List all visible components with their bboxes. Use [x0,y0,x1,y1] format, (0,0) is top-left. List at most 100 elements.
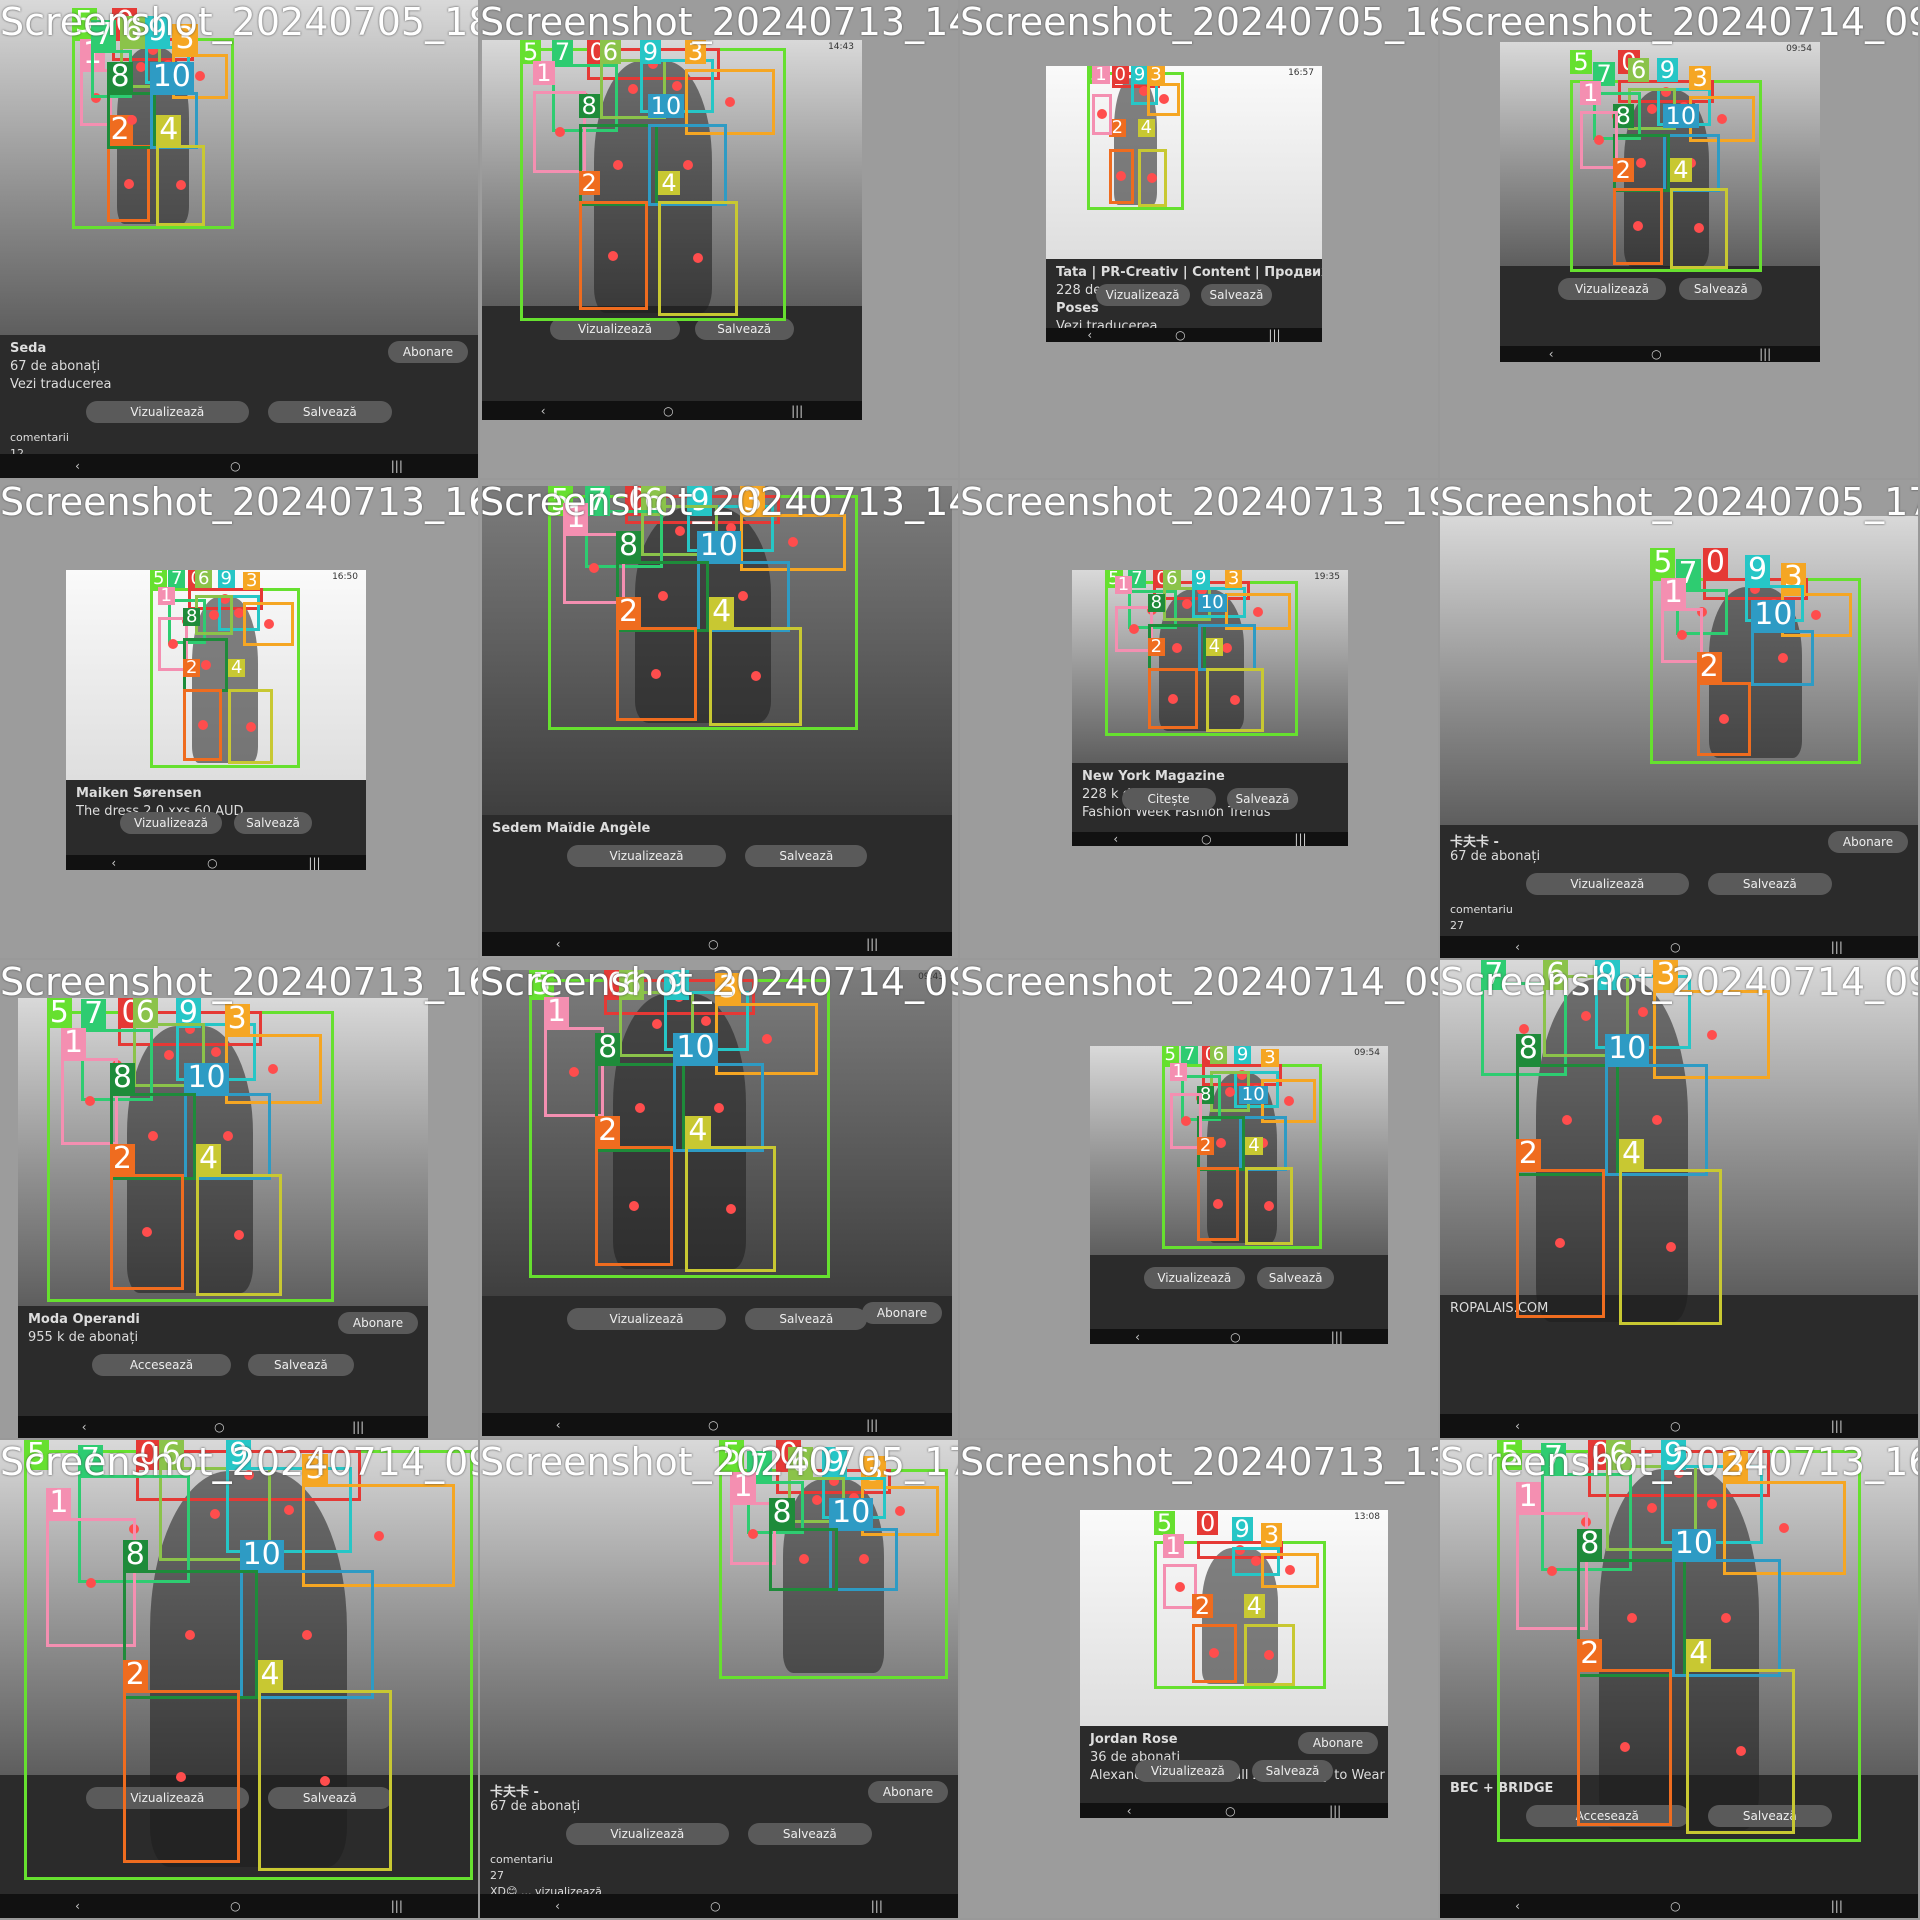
box-label-1: 1 [544,997,570,1028]
view-button[interactable]: Citește [1121,788,1216,810]
tile-filename: Screenshot_20240713_130838_Pinterest.jpg [960,1440,1438,1484]
home-icon[interactable]: ○ [710,1899,720,1913]
box-label-0: 0 [136,1440,162,1470]
save-button[interactable]: Salvează [267,401,392,423]
save-button[interactable]: Salvează [694,318,794,340]
recents-icon[interactable]: ||| [1331,1330,1343,1344]
view-button[interactable]: Vizualizează [566,845,727,867]
save-button[interactable]: Salvează [234,812,312,834]
box-label-6: 6 [1543,960,1569,990]
home-icon[interactable]: ○ [1670,940,1680,954]
view-button[interactable]: Vizualizează [120,812,222,834]
status-time: 16:50 [332,572,358,582]
status-time: 09:54 [1786,44,1812,54]
back-icon[interactable]: ‹ [1515,1899,1520,1913]
view-button[interactable]: Vizualizează [1095,284,1190,306]
keypoint-dot [1546,1566,1557,1577]
recents-icon[interactable]: ||| [1294,832,1306,846]
follow-button[interactable]: Abonare [1828,831,1908,853]
view-button[interactable]: Vizualizează [566,1823,729,1845]
phone-screenshot: Seda 67 de abonați Vezi traducerea Abonare V… [0,0,478,478]
home-icon[interactable]: ○ [708,1418,718,1432]
back-icon[interactable]: ‹ [1515,940,1520,954]
recents-icon[interactable]: ||| [866,1418,878,1432]
follow-button[interactable]: Abonare [338,1312,418,1334]
save-button[interactable]: Salvează [747,1823,872,1845]
back-icon[interactable]: ‹ [556,937,561,951]
back-icon[interactable]: ‹ [1135,1330,1140,1344]
view-button[interactable]: Vizualizează [1526,873,1689,895]
status-time: 16:57 [1288,68,1314,78]
box-label-5: 5 [23,1440,49,1470]
save-button[interactable]: Salvează [1679,278,1763,300]
save-button[interactable]: Salvează [247,1354,355,1376]
recents-icon[interactable]: ||| [871,1899,883,1913]
recents-icon[interactable]: ||| [352,1420,364,1434]
home-icon[interactable]: ○ [207,856,217,870]
back-icon[interactable]: ‹ [541,404,546,418]
home-icon[interactable]: ○ [230,1899,240,1913]
home-icon[interactable]: ○ [1225,1804,1235,1818]
box-label-1: 1 [563,503,589,533]
save-button[interactable]: Salvează [1256,1267,1335,1289]
recents-icon[interactable]: ||| [791,404,803,418]
back-icon[interactable]: ‹ [75,1899,80,1913]
box-label-2: 2 [1147,637,1166,656]
save-button[interactable]: Salvează [1226,788,1299,810]
back-icon[interactable]: ‹ [555,1899,560,1913]
recents-icon[interactable]: ||| [866,937,878,951]
recents-icon[interactable]: ||| [391,1899,403,1913]
back-icon[interactable]: ‹ [556,1418,561,1432]
follow-button[interactable]: Abonare [862,1302,942,1324]
recents-icon[interactable]: ||| [1759,347,1771,361]
box-label-10: 10 [1751,599,1796,630]
home-icon[interactable]: ○ [1201,832,1211,846]
save-button[interactable]: Salvează [1707,873,1832,895]
box-label-4: 4 [228,658,246,677]
save-button[interactable]: Salvează [745,845,868,867]
view-button[interactable]: Vizualizează [550,318,680,340]
follow-button[interactable]: Abonare [1298,1732,1378,1754]
recents-icon[interactable]: ||| [1268,328,1280,342]
home-icon[interactable]: ○ [1175,328,1185,342]
back-icon[interactable]: ‹ [1549,347,1554,361]
view-button[interactable]: Accesează [91,1354,232,1376]
screenshot-tile: Vizualizează Salvează 14:43 ‹ ○ ||| 5 0 7 6 9 1 8 3 10… [480,0,958,478]
view-button[interactable]: Vizualizează [86,401,249,423]
view-button[interactable]: Vizualizează [1557,278,1667,300]
home-icon[interactable]: ○ [1670,1899,1680,1913]
back-icon[interactable]: ‹ [111,856,116,870]
back-icon[interactable]: ‹ [1127,1804,1132,1818]
keypoint-dot [222,1131,233,1142]
keypoint-dot [84,1096,95,1107]
back-icon[interactable]: ‹ [1515,1419,1520,1433]
back-icon[interactable]: ‹ [82,1420,87,1434]
back-icon[interactable]: ‹ [75,459,80,473]
view-button[interactable]: Vizualizează [1135,1760,1241,1782]
home-icon[interactable]: ○ [663,404,673,418]
recents-icon[interactable]: ||| [308,856,320,870]
save-button[interactable]: Salvează [1252,1760,1333,1782]
box-label-6: 6 [599,40,622,64]
recents-icon[interactable]: ||| [391,459,403,473]
save-button[interactable]: Salvează [745,1308,868,1330]
recents-icon[interactable]: ||| [1831,1899,1843,1913]
phone-screenshot: VizualizeazăSalvează09:54‹○|||5096731081… [1090,1046,1388,1344]
home-icon[interactable]: ○ [230,459,240,473]
home-icon[interactable]: ○ [214,1420,224,1434]
view-button[interactable]: Vizualizează [566,1308,727,1330]
home-icon[interactable]: ○ [1230,1330,1240,1344]
home-icon[interactable]: ○ [1651,347,1661,361]
back-icon[interactable]: ‹ [1113,832,1118,846]
save-button[interactable]: Salvează [1200,284,1273,306]
follow-button[interactable]: Abonare [868,1781,948,1803]
box-label-8: 8 [769,1497,795,1528]
home-icon[interactable]: ○ [708,937,718,951]
recents-icon[interactable]: ||| [1831,1419,1843,1433]
recents-icon[interactable]: ||| [1329,1804,1341,1818]
view-button[interactable]: Vizualizează [1143,1267,1245,1289]
follow-button[interactable]: Abonare [388,341,468,363]
recents-icon[interactable]: ||| [1831,940,1843,954]
home-icon[interactable]: ○ [1670,1419,1680,1433]
back-icon[interactable]: ‹ [1087,328,1092,342]
